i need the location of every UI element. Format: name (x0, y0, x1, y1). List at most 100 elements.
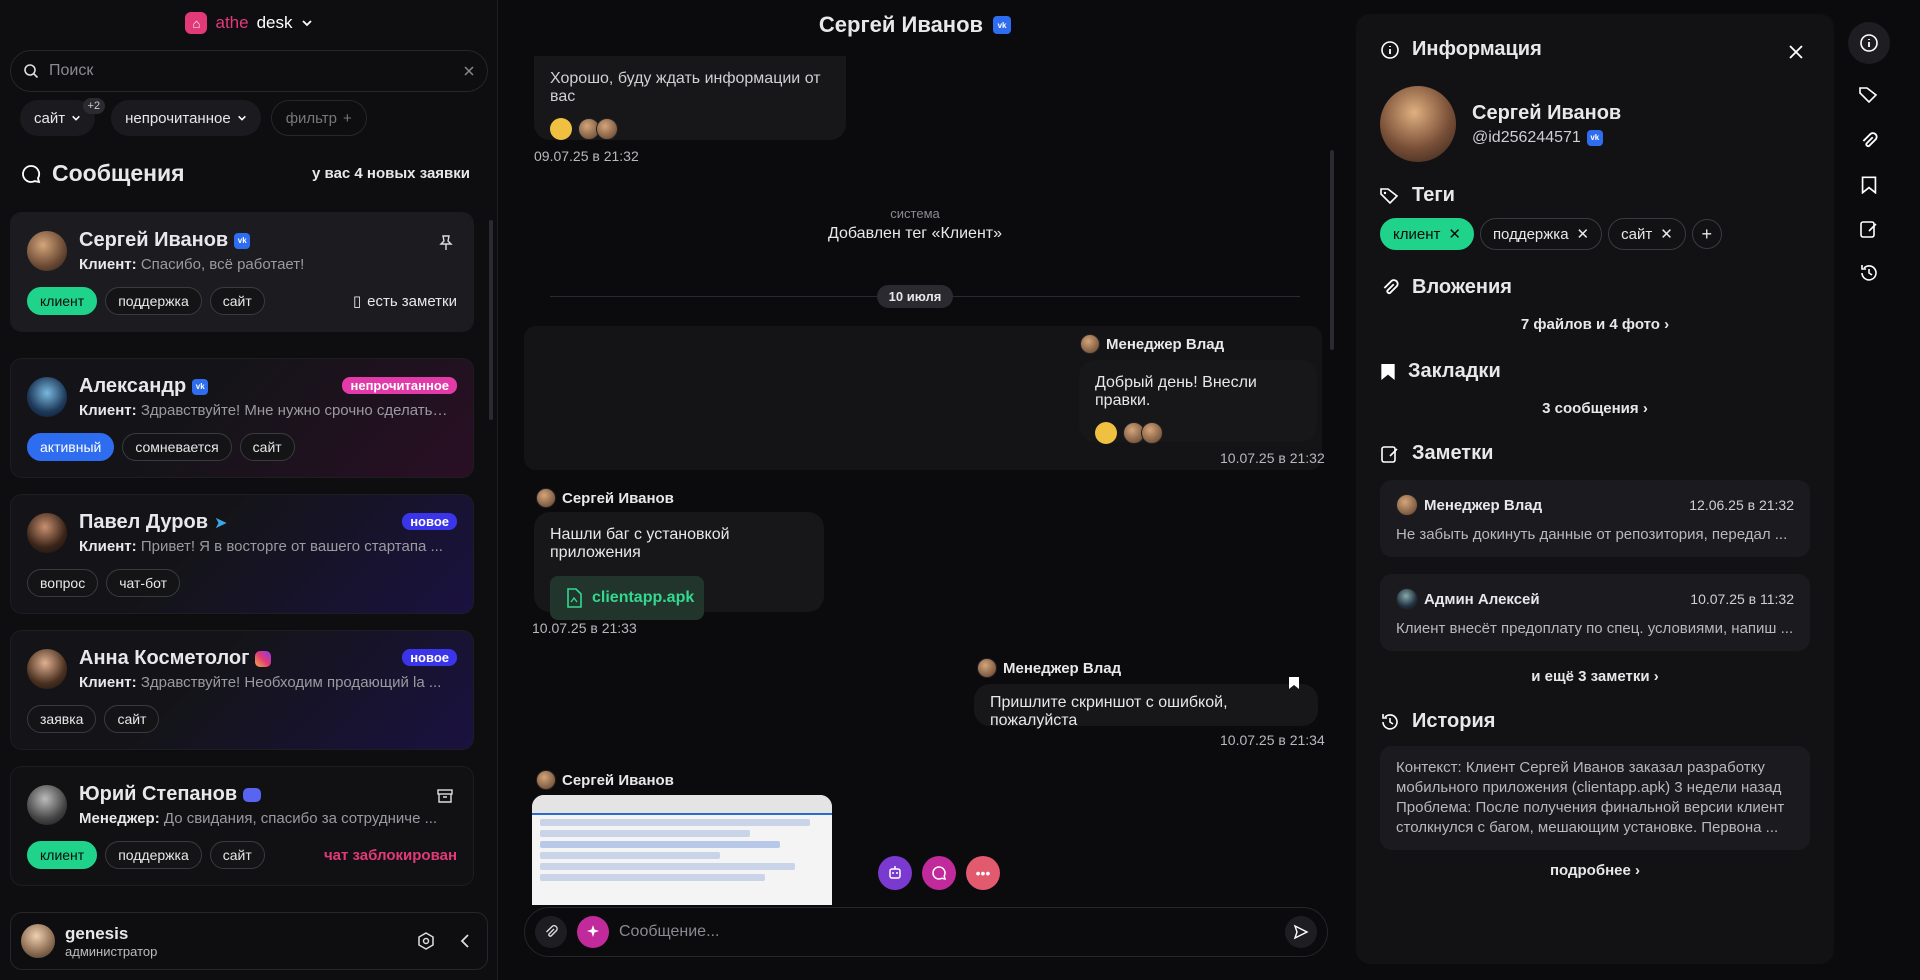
conversation-list: Сергей Иванов vk Клиент: Спасибо, всё раб… (0, 208, 480, 888)
rail-notes-button[interactable] (1848, 208, 1890, 250)
archive-icon[interactable] (437, 789, 453, 803)
chat-scrollbar[interactable] (1330, 150, 1334, 350)
add-tag-button[interactable]: + (1691, 219, 1722, 249)
message-input[interactable] (619, 923, 1275, 941)
tag-chip[interactable]: сайт (209, 287, 265, 315)
screenshot-code-line (540, 852, 720, 859)
tag-chip[interactable]: чат-бот (106, 569, 180, 597)
tag-label: поддержка (1492, 225, 1569, 243)
tag-chip[interactable]: сайт ✕ (1608, 218, 1686, 250)
filter-site-chip[interactable]: сайт +2 (20, 98, 106, 136)
tag-chip[interactable]: сайт (209, 841, 265, 869)
message-bubble[interactable]: Нашли баг с установкой приложения client… (534, 512, 824, 620)
tag-chip[interactable]: сомневается (122, 433, 232, 461)
tag-chip[interactable]: сайт (104, 705, 160, 733)
avatar[interactable] (1380, 86, 1456, 162)
message-timestamp: 10.07.25 в 21:33 (532, 620, 637, 636)
info-panel: Информация Сергей Иванов @id256244571 vk … (1356, 14, 1834, 964)
message-timestamp: 10.07.25 в 21:34 (1220, 732, 1325, 748)
filter-unread-chip[interactable]: непрочитанное (111, 100, 261, 136)
rail-attachments-button[interactable] (1848, 120, 1890, 162)
file-attachment[interactable]: clientapp.apk (550, 576, 704, 620)
message-preview: Здравствуйте! Необходим продающий la ... (140, 674, 442, 691)
message-preview: Спасибо, всё работает! (140, 256, 305, 273)
message-bubble[interactable]: Добрый день! Внесли правки. (1079, 360, 1317, 444)
vk-icon: vk (234, 232, 251, 249)
settings-icon[interactable] (417, 932, 435, 950)
messages-header: Сообщения у вас 4 новых заявки (20, 160, 470, 187)
close-icon[interactable] (1788, 44, 1804, 60)
rail-bookmarks-button[interactable] (1848, 164, 1890, 206)
search-input[interactable] (49, 62, 453, 80)
attachments-header: Вложения (1380, 276, 1810, 299)
tag-chip[interactable]: клиент (27, 287, 98, 315)
conversation-item[interactable]: Александр vk Клиент: Здравствуйте! Мне ну… (10, 358, 474, 478)
sender-role: Клиент: (79, 538, 137, 555)
more-actions-button[interactable]: ••• (966, 856, 1000, 890)
history-summary: Контекст: Клиент Сергей Иванов заказал р… (1380, 746, 1810, 850)
chat-title: Сергей Иванов (818, 12, 984, 37)
contact-name: Юрий Степанов (79, 783, 238, 805)
chat-area: Сергей Иванов vk Хорошо, буду ждать инфо… (500, 0, 1334, 980)
contact-name: Сергей Иванов (79, 229, 229, 251)
note-card[interactable]: Админ Алексей 10.07.25 в 11:32 Клиент вн… (1380, 574, 1810, 651)
brand-switcher[interactable]: ⌂ athe desk (0, 12, 498, 34)
message-bubble[interactable]: Пришлите скриншот с ошибкой, пожалуйста (974, 684, 1318, 729)
note-card[interactable]: Менеджер Влад 12.06.25 в 21:32 Не забыть… (1380, 480, 1810, 557)
screenshot-image[interactable] (532, 795, 832, 905)
rail-history-button[interactable] (1848, 252, 1890, 294)
quick-actions: ••• (878, 856, 1000, 890)
pin-icon[interactable] (439, 235, 453, 251)
send-button[interactable] (1285, 916, 1317, 948)
new-requests-link[interactable]: у вас 4 новых заявки (312, 165, 470, 182)
conversation-item[interactable]: Анна Косметолог Клиент: Здравствуйте! Не… (10, 630, 474, 750)
user-role: администратор (65, 943, 158, 959)
tag-chip[interactable]: поддержка (105, 841, 202, 869)
contact-handle[interactable]: @id256244571 (1472, 129, 1581, 147)
add-filter-chip[interactable]: фильтр + (270, 100, 367, 136)
date-divider: 10 июля (500, 285, 1330, 308)
bookmark-icon[interactable] (1288, 676, 1300, 690)
message-bubble[interactable]: Хорошо, буду ждать информации от вас (534, 56, 846, 140)
plus-icon: + (343, 109, 352, 127)
attachments-link[interactable]: 7 файлов и 4 фото › (1380, 316, 1810, 333)
conversation-item[interactable]: Сергей Иванов vk Клиент: Спасибо, всё раб… (10, 212, 474, 332)
tag-chip[interactable]: клиент (27, 841, 98, 869)
rail-info-button[interactable] (1848, 22, 1890, 64)
sender-avatar (536, 770, 556, 790)
brand-logo-icon: ⌂ (185, 12, 208, 34)
tag-chip[interactable]: активный (27, 433, 115, 461)
remove-tag-icon[interactable]: ✕ (1448, 225, 1461, 243)
conversation-item[interactable]: Павел Дуров ➤ Клиент: Привет! Я в восторг… (10, 494, 474, 614)
history-more-link[interactable]: подробнее › (1380, 862, 1810, 879)
tag-chip[interactable]: поддержка (105, 287, 202, 315)
remove-tag-icon[interactable]: ✕ (1660, 225, 1673, 243)
bot-action-button[interactable] (878, 856, 912, 890)
ai-assist-button[interactable] (577, 916, 609, 948)
tag-chip[interactable]: сайт (239, 433, 295, 461)
contact-name: Павел Дуров (79, 511, 208, 533)
sender-role: Клиент: (79, 402, 137, 419)
note-author: Менеджер Влад (1424, 496, 1543, 514)
tag-chip[interactable]: поддержка ✕ (1479, 218, 1603, 250)
screenshot-code-line (540, 863, 795, 870)
tag-chip[interactable]: клиент ✕ (1380, 218, 1474, 250)
conversation-item[interactable]: Юрий Степанов Менеджер: До свидания, спа… (10, 766, 474, 886)
reactor-avatar (1141, 422, 1163, 444)
tags-title: Теги (1412, 184, 1455, 206)
attach-button[interactable] (535, 916, 567, 948)
message-timestamp: 10.07.25 в 21:32 (1220, 450, 1325, 466)
clear-search-icon[interactable] (463, 65, 475, 77)
contact-name: Сергей Иванов (1472, 101, 1622, 124)
bookmarks-link[interactable]: 3 сообщения › (1380, 400, 1810, 417)
tag-chip[interactable]: заявка (27, 705, 97, 733)
tag-chip[interactable]: вопрос (27, 569, 99, 597)
remove-tag-icon[interactable]: ✕ (1577, 225, 1590, 243)
sidebar-scrollbar[interactable] (489, 220, 493, 420)
collapse-sidebar-icon[interactable] (459, 933, 471, 949)
avatar (27, 377, 67, 417)
emoji-hug-icon (550, 118, 572, 140)
more-notes-link[interactable]: и ещё 3 заметки › (1380, 668, 1810, 685)
quick-reply-button[interactable] (922, 856, 956, 890)
rail-tags-button[interactable] (1848, 74, 1890, 116)
